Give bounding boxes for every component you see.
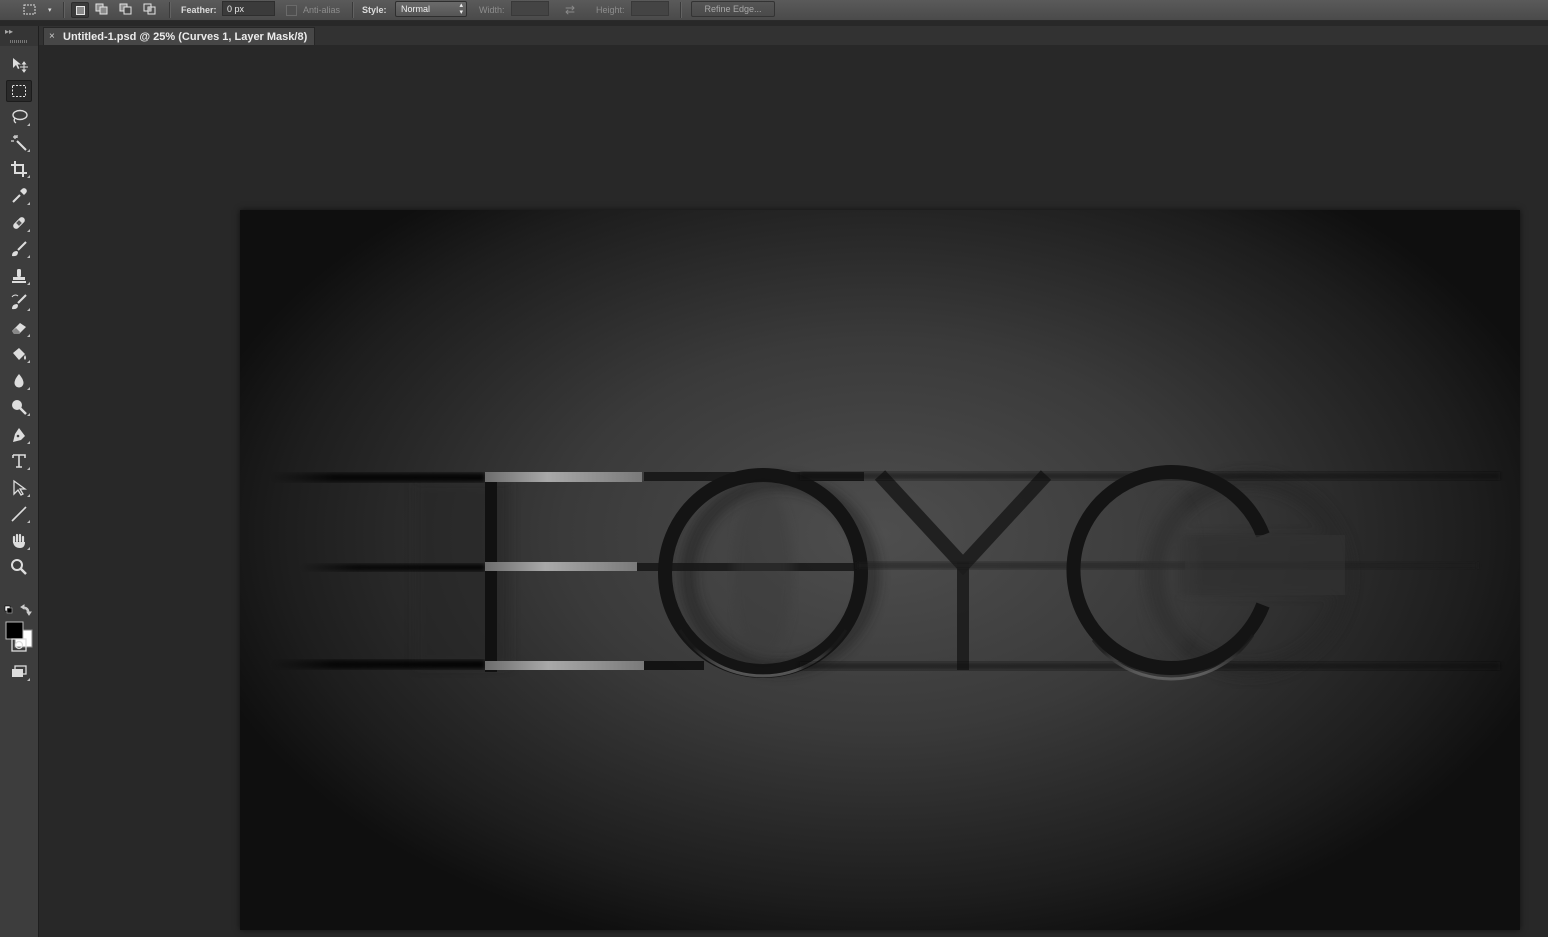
eyedropper-icon xyxy=(12,188,27,203)
intersect-selection-button[interactable] xyxy=(142,2,158,16)
close-icon[interactable]: × xyxy=(49,28,55,46)
eyedropper-tool[interactable] xyxy=(6,185,32,207)
screen-mode-button[interactable] xyxy=(6,661,32,683)
intersect-selection-icon xyxy=(143,3,156,15)
zoom-icon xyxy=(11,559,27,575)
marquee-icon xyxy=(12,85,26,97)
hand-icon xyxy=(12,533,25,548)
marquee-preset-icon xyxy=(23,4,36,15)
quick-mask-icon xyxy=(11,638,27,652)
height-input[interactable] xyxy=(631,1,669,16)
width-label: Width: xyxy=(479,5,505,15)
stamp-icon xyxy=(12,269,26,283)
hand-tool[interactable] xyxy=(6,530,32,552)
rectangular-marquee-tool[interactable] xyxy=(6,80,32,102)
select-arrows-icon: ▴ ▾ xyxy=(459,2,463,16)
letter-y xyxy=(874,470,1052,670)
eraser-icon xyxy=(12,323,26,334)
options-bar: ▾ Feather: 0 px Anti-alias Style: Normal… xyxy=(0,0,1548,21)
type-icon xyxy=(12,454,26,468)
anti-alias-checkbox[interactable]: Anti-alias xyxy=(286,0,340,20)
document-canvas[interactable] xyxy=(240,210,1520,930)
width-input[interactable] xyxy=(511,1,549,16)
clone-stamp-tool[interactable] xyxy=(6,265,32,287)
brush-tool[interactable] xyxy=(6,238,32,260)
paint-bucket-tool[interactable] xyxy=(6,343,32,365)
quick-mask-button[interactable] xyxy=(6,634,32,656)
feather-input[interactable]: 0 px xyxy=(222,1,275,16)
dodge-tool[interactable] xyxy=(6,396,32,418)
magic-wand-tool[interactable] xyxy=(6,132,32,154)
collapse-panel-icon[interactable]: ▸▸ xyxy=(5,27,13,36)
canvas-workspace[interactable] xyxy=(39,45,1548,937)
style-label: Style: xyxy=(362,5,387,15)
marquee-preset-picker[interactable]: ▾ xyxy=(22,0,52,20)
new-selection-icon xyxy=(75,5,85,15)
pen-icon xyxy=(13,428,25,442)
paint-bucket-icon xyxy=(13,348,26,360)
line-tool[interactable] xyxy=(6,503,32,525)
history-brush-icon xyxy=(11,294,27,310)
refine-edge-button[interactable]: Refine Edge... xyxy=(691,1,775,17)
lasso-icon xyxy=(12,109,28,124)
document-tab-title: Untitled-1.psd @ 25% (Curves 1, Layer Ma… xyxy=(63,31,308,43)
feather-label: Feather: xyxy=(181,5,217,15)
artwork xyxy=(270,465,1500,681)
magic-wand-icon xyxy=(11,135,27,151)
new-selection-button[interactable] xyxy=(71,2,89,18)
toolbox: ▸▸ xyxy=(0,26,39,937)
swap-width-height-icon[interactable]: ⇄ xyxy=(565,0,575,20)
move-icon xyxy=(13,58,28,73)
blur-tool[interactable] xyxy=(6,370,32,392)
crop-tool[interactable] xyxy=(6,158,32,180)
path-selection-tool[interactable] xyxy=(6,477,32,499)
blur-drop-icon xyxy=(14,374,24,388)
toolbox-grip[interactable]: ▸▸ xyxy=(0,26,38,46)
move-tool[interactable] xyxy=(6,53,32,75)
healing-brush-tool[interactable] xyxy=(6,212,32,234)
subtract-from-selection-button[interactable] xyxy=(118,2,134,16)
anti-alias-label: Anti-alias xyxy=(303,5,341,15)
add-to-selection-button[interactable] xyxy=(94,2,110,16)
path-select-icon xyxy=(13,479,27,496)
eraser-tool[interactable] xyxy=(6,317,32,339)
pen-tool[interactable] xyxy=(6,424,32,446)
line-icon xyxy=(11,506,27,522)
dodge-icon xyxy=(12,400,27,415)
anti-alias-checkbox-box[interactable] xyxy=(286,4,297,16)
chevron-down-icon: ▾ xyxy=(48,7,52,14)
history-brush-tool[interactable] xyxy=(6,291,32,313)
type-tool[interactable] xyxy=(6,450,32,472)
style-select[interactable]: Normal ▴ ▾ xyxy=(395,1,467,17)
zoom-tool[interactable] xyxy=(6,556,32,578)
height-label: Height: xyxy=(596,5,625,15)
brush-icon xyxy=(12,241,27,257)
document-tab-bar: × Untitled-1.psd @ 25% (Curves 1, Layer … xyxy=(39,26,1548,46)
style-select-value: Normal xyxy=(401,4,431,14)
crop-icon xyxy=(11,161,27,177)
swap-colors-icon[interactable] xyxy=(20,604,32,616)
subtract-selection-icon xyxy=(119,3,132,15)
default-colors-icon[interactable] xyxy=(4,605,13,614)
lasso-tool[interactable] xyxy=(6,106,32,128)
bandage-icon xyxy=(13,217,25,229)
screen-mode-icon xyxy=(12,665,27,677)
document-tab[interactable]: × Untitled-1.psd @ 25% (Curves 1, Layer … xyxy=(43,27,315,45)
add-selection-icon xyxy=(95,3,108,15)
